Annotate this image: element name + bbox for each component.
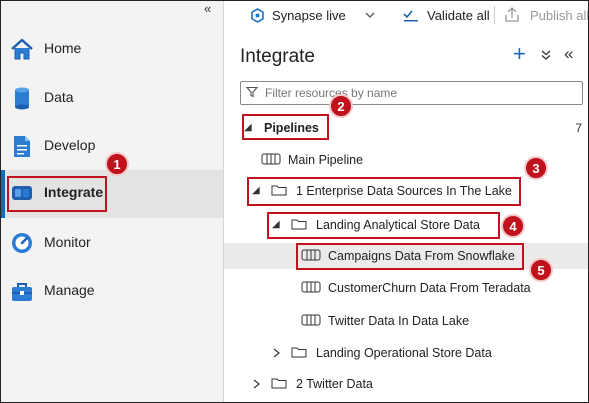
pipeline-icon — [261, 153, 281, 165]
nav-item-data[interactable]: Data — [1, 75, 223, 123]
nav-item-label: Manage — [44, 282, 95, 298]
synapse-live-dropdown[interactable]: Synapse live — [272, 8, 346, 23]
tree-node-folder-landing-operational[interactable]: Landing Operational Store Data — [224, 340, 588, 366]
document-icon — [14, 136, 30, 157]
panel-title: Integrate — [240, 46, 315, 67]
nav-item-monitor[interactable]: Monitor — [1, 220, 223, 268]
tree-node-label: Twitter Data In Data Lake — [328, 314, 470, 328]
highlight-folder-1 — [247, 177, 521, 206]
tree-node-label: 2 Twitter Data — [296, 377, 373, 391]
folder-icon — [271, 378, 287, 389]
hide-panel-button[interactable]: « — [564, 44, 573, 64]
tree-node-label: CustomerChurn Data From Teradata — [328, 281, 531, 295]
nav-item-manage[interactable]: Manage — [1, 268, 223, 316]
validate-all-button[interactable]: Validate all — [427, 8, 490, 23]
nav-item-label: Monitor — [44, 234, 91, 250]
toolbar-separator — [494, 6, 495, 24]
tree-node-folder-2[interactable]: 2 Twitter Data — [224, 371, 588, 397]
nav-item-label: Develop — [44, 137, 96, 153]
validate-icon — [403, 10, 418, 22]
database-icon — [15, 87, 29, 110]
folder-icon — [291, 347, 307, 358]
synapse-icon — [251, 8, 264, 23]
tree-node-label: Main Pipeline — [288, 153, 364, 167]
highlight-pipelines — [242, 114, 329, 140]
collapsed-arrow-icon[interactable] — [273, 348, 280, 358]
collapsed-arrow-icon[interactable] — [253, 379, 260, 389]
pipelines-count: 7 — [575, 121, 582, 135]
callout-badge: 2 — [329, 94, 353, 118]
collapse-all-icon[interactable] — [541, 50, 551, 60]
tree-node-twitter-pipeline[interactable]: Twitter Data In Data Lake — [224, 308, 588, 334]
synapse-studio-window: « Home Data Develop Integrate Monitor Ma… — [0, 0, 589, 403]
highlight-campaigns — [296, 243, 524, 270]
toolbox-icon — [12, 283, 32, 301]
gauge-icon — [12, 233, 32, 253]
chevron-down-icon[interactable] — [365, 12, 375, 19]
highlight-integrate — [7, 176, 107, 212]
active-indicator — [1, 170, 5, 218]
add-resource-button[interactable]: + — [513, 41, 526, 67]
pipeline-icon — [301, 281, 321, 293]
callout-badge: 5 — [529, 258, 553, 282]
nav-item-label: Data — [44, 89, 74, 105]
filter-resources-field[interactable] — [240, 81, 583, 105]
tree-node-label: Landing Operational Store Data — [316, 346, 492, 360]
callout-badge: 3 — [524, 156, 548, 180]
callout-badge: 4 — [501, 214, 525, 238]
publish-all-button[interactable]: Publish all — [530, 8, 588, 23]
pipeline-icon — [301, 314, 321, 326]
highlight-landing-analytical — [267, 212, 500, 239]
callout-badge: 1 — [105, 152, 129, 176]
nav-item-home[interactable]: Home — [1, 26, 223, 74]
collapse-nav-button[interactable]: « — [204, 1, 211, 16]
home-icon — [11, 38, 33, 60]
top-toolbar: Synapse live Validate all Publish all — [224, 1, 588, 31]
filter-icon — [246, 86, 258, 98]
publish-icon — [505, 7, 519, 22]
filter-input[interactable] — [263, 84, 577, 102]
nav-item-label: Home — [44, 40, 82, 56]
